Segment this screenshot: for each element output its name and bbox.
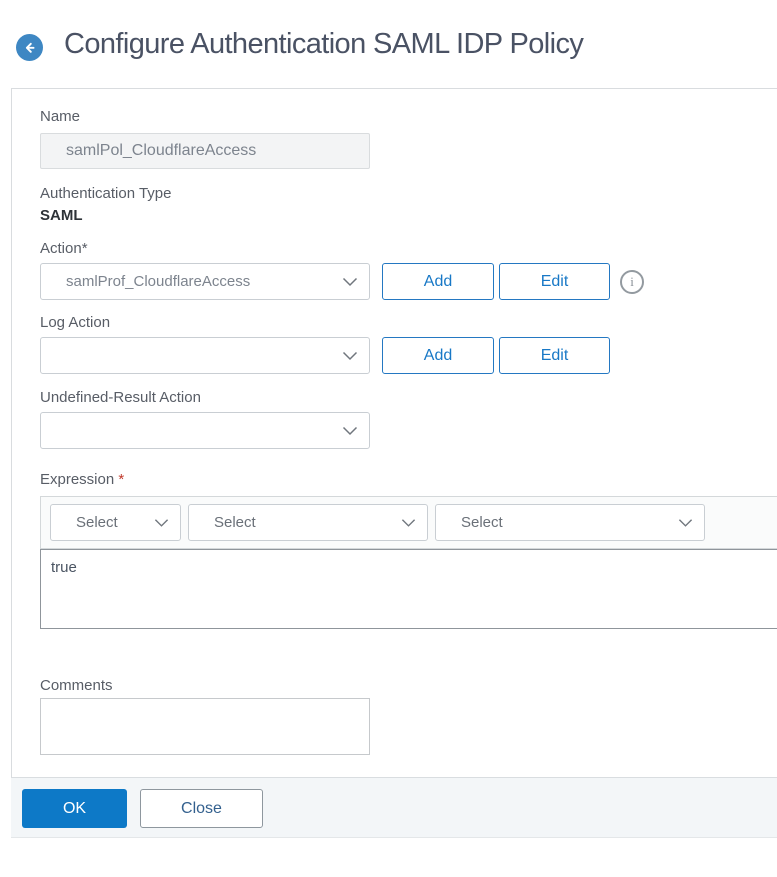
chevron-down-icon (401, 518, 416, 527)
auth-type-label: Authentication Type (40, 185, 172, 202)
action-edit-button[interactable]: Edit (499, 263, 610, 300)
action-add-button[interactable]: Add (382, 263, 494, 300)
ok-button[interactable]: OK (22, 789, 127, 828)
comments-input[interactable] (40, 698, 370, 755)
undefined-result-action-select[interactable] (40, 412, 370, 449)
name-label: Name (40, 108, 81, 125)
log-action-select[interactable] (40, 337, 370, 374)
undefined-result-action-label: Undefined-Result Action (40, 389, 201, 406)
info-circle-icon[interactable]: i (620, 269, 644, 294)
name-input[interactable] (40, 133, 370, 169)
footer-bar: OK Close (11, 777, 777, 838)
action-select[interactable]: samlProf_CloudflareAccess (40, 263, 370, 300)
auth-type-value: SAML (40, 207, 83, 224)
expression-select-1[interactable]: Select (50, 504, 181, 541)
chevron-down-icon (342, 426, 358, 435)
back-button[interactable] (16, 34, 43, 61)
required-marker: * (118, 471, 125, 488)
comments-label: Comments (40, 677, 113, 694)
page-title: Configure Authentication SAML IDP Policy (64, 28, 584, 60)
expression-toolbar: Select Select Select (40, 496, 777, 549)
chevron-down-icon (342, 277, 358, 286)
action-label: Action* (40, 240, 88, 257)
expression-select-3[interactable]: Select (435, 504, 705, 541)
action-select-value: samlProf_CloudflareAccess (66, 273, 251, 290)
chevron-down-icon (154, 518, 169, 527)
expression-label: Expression * (40, 471, 125, 488)
expression-editor[interactable]: true (40, 549, 777, 629)
log-action-edit-button[interactable]: Edit (499, 337, 610, 374)
expression-select-2[interactable]: Select (188, 504, 428, 541)
arrow-left-icon (22, 41, 37, 55)
log-action-add-button[interactable]: Add (382, 337, 494, 374)
log-action-label: Log Action (40, 314, 111, 331)
close-button[interactable]: Close (140, 789, 263, 828)
chevron-down-icon (678, 518, 693, 527)
chevron-down-icon (342, 351, 358, 360)
